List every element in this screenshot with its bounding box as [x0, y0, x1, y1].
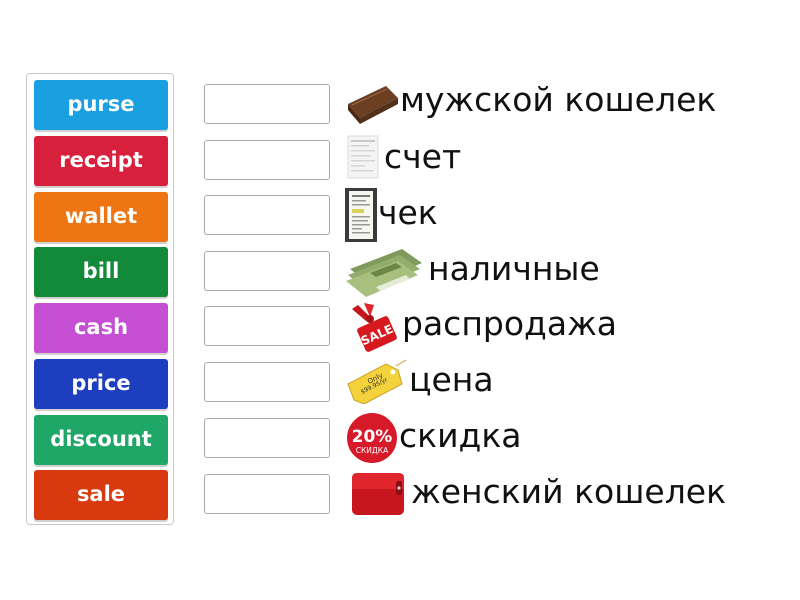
drop-slot-8[interactable]	[204, 474, 330, 514]
tile-wallet[interactable]: wallet	[34, 192, 168, 242]
drop-slot-5[interactable]	[204, 306, 330, 346]
tile-discount[interactable]: discount	[34, 415, 168, 465]
tile-purse[interactable]: purse	[34, 80, 168, 130]
word-bank: purse receipt wallet bill cash price dis…	[26, 73, 174, 525]
label-men-wallet: мужской кошелек	[400, 80, 717, 119]
discount-badge-icon: 20% СКИДКА	[347, 413, 397, 463]
price-tag-icon: Only $99.95/yr	[347, 359, 407, 404]
svg-text:20%: 20%	[352, 427, 393, 447]
tile-cash[interactable]: cash	[34, 303, 168, 353]
red-purse-icon	[352, 473, 404, 515]
bill-document-icon	[347, 135, 379, 179]
receipt-icon	[345, 188, 377, 242]
brown-wallet-icon	[348, 86, 398, 124]
drop-slot-2[interactable]	[204, 140, 330, 180]
label-sale: распродажа	[402, 304, 618, 343]
label-price: цена	[409, 360, 494, 399]
drop-slot-1[interactable]	[204, 84, 330, 124]
drop-slot-6[interactable]	[204, 362, 330, 402]
tile-bill[interactable]: bill	[34, 247, 168, 297]
drop-slot-7[interactable]	[204, 418, 330, 458]
sale-tag-icon: SALE	[352, 303, 397, 352]
label-discount: скидка	[399, 416, 522, 455]
tile-receipt[interactable]: receipt	[34, 136, 168, 186]
label-receipt: чек	[378, 193, 438, 232]
label-women-wallet: женский кошелек	[411, 472, 727, 511]
label-bill: счет	[384, 137, 462, 176]
tile-sale[interactable]: sale	[34, 470, 168, 520]
tile-price[interactable]: price	[34, 359, 168, 409]
drop-slot-4[interactable]	[204, 251, 330, 291]
cash-bundle-icon	[346, 249, 422, 297]
drop-slot-3[interactable]	[204, 195, 330, 235]
label-cash: наличные	[428, 249, 600, 288]
svg-text:СКИДКА: СКИДКА	[356, 446, 389, 455]
